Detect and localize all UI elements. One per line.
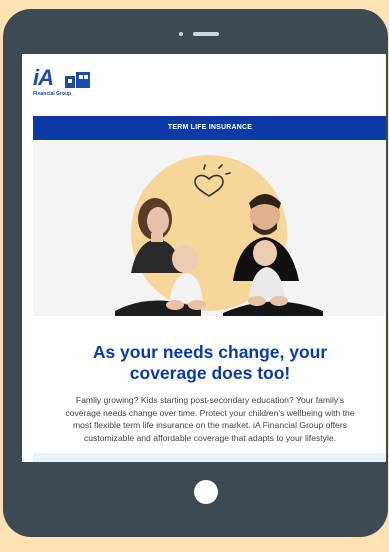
body-line: coverage needs change over time. Protect… [65, 407, 355, 418]
logo-mark-icon [65, 72, 90, 88]
tablet-frame: iA Financial Group TERM LIFE INSURANCE A… [3, 9, 388, 537]
family-photo [115, 155, 323, 316]
logo-brand-text: iA [33, 65, 54, 90]
body-line: most flexible term life insurance on the… [72, 420, 347, 430]
term-life-banner: TERM LIFE INSURANCE [33, 116, 386, 140]
camera-icon [179, 32, 183, 36]
hero-image [33, 141, 386, 316]
next-section-strip [33, 453, 386, 462]
headline-line-1: As your needs change, your [92, 342, 328, 362]
body-line: customizable and affordable coverage tha… [83, 432, 337, 443]
body-line: Family growing? Kids starting post-secon… [75, 395, 345, 405]
email-screen: iA Financial Group TERM LIFE INSURANCE A… [22, 54, 386, 462]
logo-subtitle: Financial Group [33, 91, 72, 97]
ia-logo[interactable]: iA Financial Group [33, 66, 113, 102]
speaker-slot [193, 32, 219, 36]
body-paragraph: Family growing? Kids starting post-secon… [43, 394, 377, 444]
headline-line-2: coverage does too! [129, 363, 291, 383]
home-button[interactable] [194, 480, 218, 504]
headline: As your needs change, your coverage does… [33, 342, 386, 384]
